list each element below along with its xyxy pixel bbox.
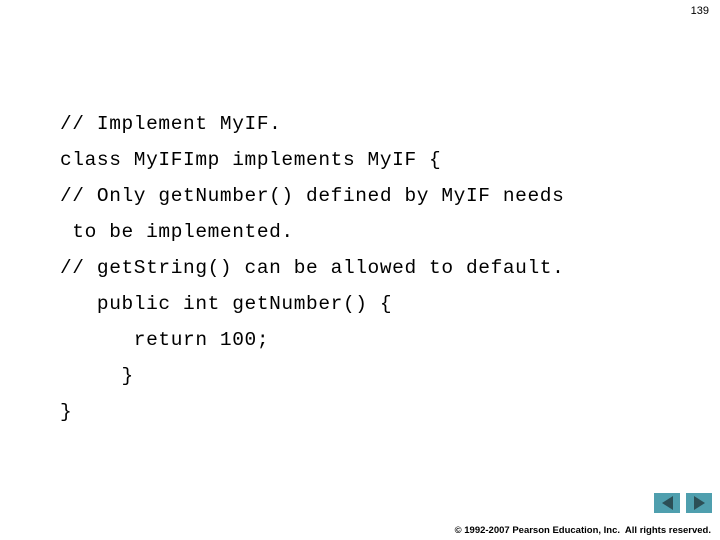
code-line: } <box>60 401 73 423</box>
triangle-right-icon <box>693 496 705 510</box>
code-block: // Implement MyIF. class MyIFImp impleme… <box>60 106 680 430</box>
code-line: // getString() can be allowed to default… <box>60 257 565 279</box>
previous-slide-button[interactable] <box>654 493 680 513</box>
copyright-notice: © 1992-2007 Pearson Education, Inc. All … <box>454 525 711 536</box>
code-line: to be implemented. <box>60 221 294 243</box>
code-line: } <box>60 365 134 387</box>
next-slide-button[interactable] <box>686 493 712 513</box>
code-line: // Only getNumber() defined by MyIF need… <box>60 185 565 207</box>
code-line: public int getNumber() { <box>60 293 393 315</box>
code-line: class MyIFImp implements MyIF { <box>60 149 442 171</box>
presentation-slide: 139 // Implement MyIF. class MyIFImp imp… <box>0 0 720 540</box>
triangle-left-icon <box>661 496 673 510</box>
code-line: return 100; <box>60 329 270 351</box>
slide-navigation <box>654 493 712 513</box>
page-number: 139 <box>690 5 709 17</box>
code-line: // Implement MyIF. <box>60 113 282 135</box>
